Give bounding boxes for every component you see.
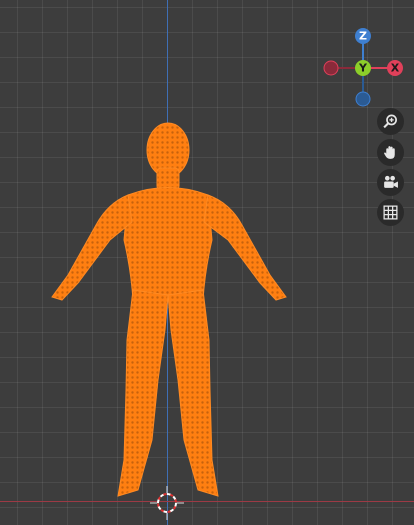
svg-text:X: X xyxy=(391,62,400,75)
grid-icon xyxy=(383,205,398,220)
gizmo-neg-z-handle xyxy=(355,91,371,107)
mesh-left-leg xyxy=(117,289,169,497)
mesh-right-leg xyxy=(167,289,219,497)
mesh-torso xyxy=(123,187,213,301)
mesh-left-arm xyxy=(51,194,133,301)
3d-viewport[interactable]: Z X Y xyxy=(0,0,414,525)
svg-text:Y: Y xyxy=(358,62,368,75)
svg-text:Z: Z xyxy=(359,30,367,43)
navigation-gizmo[interactable]: Z X Y xyxy=(320,26,410,112)
zoom-icon xyxy=(383,114,397,129)
zoom-button[interactable] xyxy=(377,108,404,135)
camera-icon xyxy=(384,175,398,188)
hand-icon xyxy=(384,146,395,159)
mesh-right-arm xyxy=(203,194,287,301)
mesh-neck xyxy=(156,167,180,191)
pan-button[interactable] xyxy=(377,139,404,166)
grid-toggle-button[interactable] xyxy=(377,199,404,226)
3d-cursor-icon[interactable] xyxy=(150,486,184,520)
gizmo-neg-x-handle xyxy=(323,60,339,76)
camera-button[interactable] xyxy=(377,169,404,196)
